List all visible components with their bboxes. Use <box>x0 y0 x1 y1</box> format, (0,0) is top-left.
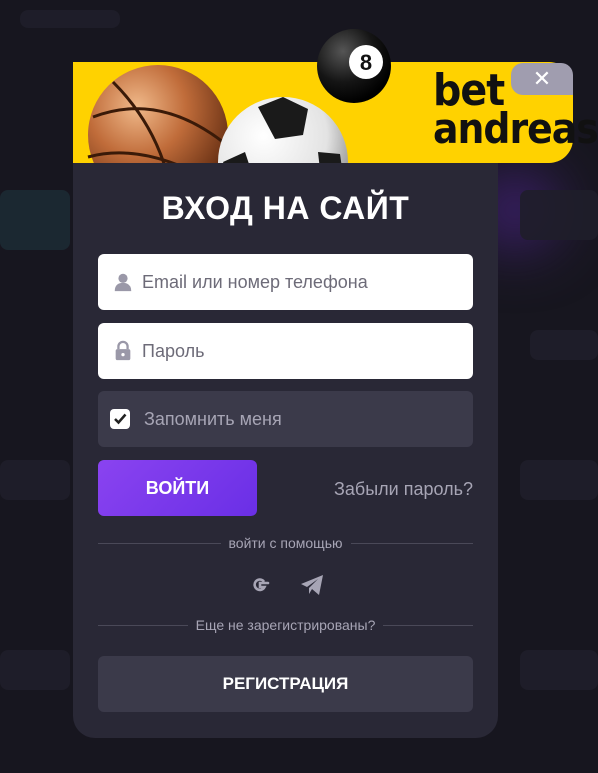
social-login-row <box>73 572 498 598</box>
telegram-icon[interactable] <box>299 572 325 598</box>
user-icon <box>114 273 132 292</box>
register-divider-label: Еще не зарегистрированы? <box>195 617 376 633</box>
remember-label: Запомнить меня <box>144 408 282 429</box>
register-button[interactable]: РЕГИСТРАЦИЯ <box>98 656 473 712</box>
password-input[interactable] <box>142 340 462 362</box>
email-input[interactable] <box>142 271 462 293</box>
password-field[interactable] <box>98 323 473 379</box>
forgot-password-link[interactable]: Забыли пароль? <box>334 479 473 500</box>
close-icon: ✕ <box>532 66 552 92</box>
sports-balls-illustration: 8 <box>87 29 391 163</box>
brand-banner: 8 bet andreas ✕ <box>73 29 598 163</box>
remember-checkbox[interactable] <box>110 409 130 429</box>
social-divider: войти с помощью <box>98 533 473 553</box>
register-divider: Еще не зарегистрированы? <box>98 615 474 635</box>
close-button[interactable]: ✕ <box>511 63 573 95</box>
lock-icon <box>115 340 131 361</box>
modal-title: ВХОД НА САЙТ <box>161 190 410 226</box>
logo-line-2: andreas <box>433 104 598 153</box>
checkmark-icon <box>114 413 127 425</box>
remember-me-row[interactable]: Запомнить меня <box>98 391 473 447</box>
modal-body <box>73 157 498 738</box>
email-field[interactable] <box>98 254 473 310</box>
login-button[interactable]: ВОЙТИ <box>98 460 257 516</box>
eight-ball-number: 8 <box>360 50 372 75</box>
login-modal: 8 bet andreas ✕ ВХОД НА САЙТ За <box>73 29 598 738</box>
google-icon[interactable] <box>247 572 273 598</box>
social-divider-label: войти с помощью <box>228 535 343 551</box>
